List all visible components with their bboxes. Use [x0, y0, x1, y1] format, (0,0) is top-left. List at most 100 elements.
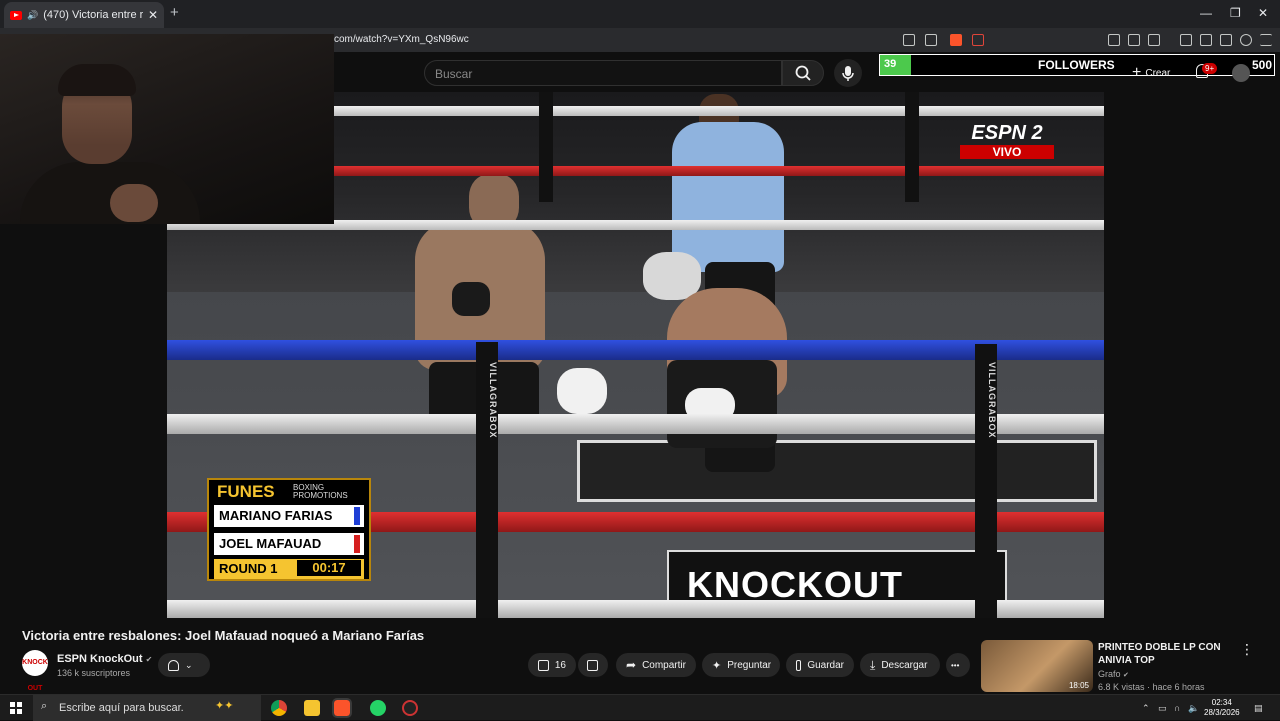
start-button[interactable] [10, 702, 22, 714]
windows-logo-icon [10, 702, 15, 707]
more-actions-button[interactable]: ••• [946, 653, 970, 677]
puzzle-icon[interactable] [1128, 34, 1140, 46]
round-clock: 00:17 [297, 560, 361, 576]
recommended-title[interactable]: PRINTEO DOBLE LP CON ANIVIA TOP [1098, 641, 1233, 667]
account-avatar[interactable] [1232, 64, 1250, 82]
recommended-channel[interactable]: Grafo ✔ [1098, 669, 1129, 679]
music-icon[interactable] [1180, 34, 1192, 46]
scoreboard-brand: FUNES [217, 482, 275, 501]
notification-badge: 9+ [1202, 63, 1218, 74]
url-field[interactable]: com/watch?v=YXm_QsN96wc [334, 34, 469, 45]
search-button[interactable] [782, 60, 824, 86]
subscriber-count: 136 k suscriptores [57, 668, 131, 678]
post-text-left: VILLAGRABOX [488, 362, 498, 439]
whatsapp-icon[interactable] [370, 700, 386, 716]
scoreboard-brand-sub: BOXING PROMOTIONS [293, 484, 348, 500]
share-button[interactable]: ➦ Compartir [616, 653, 696, 677]
fighter-2-corner-color [354, 535, 360, 553]
download-label: Descargar [881, 659, 928, 671]
rope-bottom-front [167, 600, 1104, 618]
fighter-1-name: MARIANO FARIAS [219, 508, 333, 523]
thumbs-down-icon [587, 659, 598, 671]
chrome-icon[interactable] [271, 700, 287, 716]
subscribe-bell-button[interactable]: ⌄ [158, 653, 210, 677]
brave-rewards-icon[interactable] [972, 34, 984, 46]
follower-count: 39 [884, 58, 897, 70]
screenshot-icon[interactable] [1148, 34, 1160, 46]
share-icon[interactable] [925, 34, 937, 46]
streamer-shirt [20, 162, 200, 224]
speaker-icon[interactable]: 🔊 [27, 10, 38, 21]
dislike-button[interactable] [578, 653, 608, 677]
download-icon: ⤓ [870, 657, 876, 672]
streamer-hand [110, 184, 158, 222]
voice-search-button[interactable] [834, 59, 862, 87]
create-button[interactable]: + Crear [1132, 64, 1170, 82]
minimize-button[interactable]: — [1200, 6, 1212, 20]
menu-icon[interactable] [1260, 34, 1272, 46]
recommended-meta: 6.8 K vistas · hace 6 horas [1098, 682, 1205, 692]
ring-post-back-left [539, 92, 553, 202]
extension-icon[interactable] [1108, 34, 1120, 46]
volume-icon[interactable]: 🔈 [1188, 703, 1199, 714]
ring-mat-logo [577, 440, 1097, 502]
vpn-icon[interactable] [1240, 34, 1252, 46]
sidebar-icon[interactable] [1200, 34, 1212, 46]
tab-title: (470) Victoria entre resbalones [43, 9, 143, 21]
round-label: ROUND 1 [219, 561, 278, 576]
save-label: Guardar [807, 659, 844, 671]
obs-icon[interactable] [402, 700, 418, 716]
thumbs-up-icon [538, 659, 549, 671]
scoreboard-round: ROUND 1 00:17 [214, 559, 364, 579]
ring-post-back-right [905, 92, 919, 202]
search-input[interactable]: Buscar [424, 60, 782, 86]
browser-tab[interactable]: 🔊 (470) Victoria entre resbalones ✕ [4, 2, 164, 28]
clock-date: 28/3/2026 [1204, 708, 1240, 717]
network-icon[interactable]: ▭ [1158, 703, 1167, 714]
taskbar-search-input[interactable]: ⌕ Escribe aquí para buscar. ✦✦ [33, 695, 261, 721]
rope-white-front [167, 414, 1104, 434]
download-button[interactable]: ⤓ Descargar [860, 653, 940, 677]
copilot-sparkle-icon: ✦✦ [215, 700, 234, 712]
live-label: VIVO [960, 145, 1054, 159]
headset-icon[interactable]: ∩ [1174, 703, 1180, 713]
recommended-thumbnail[interactable]: 18:05 [981, 640, 1093, 692]
referee-shirt [672, 122, 784, 272]
cast-icon[interactable] [903, 34, 915, 46]
like-count: 16 [554, 659, 566, 671]
ask-button[interactable]: ✦ Preguntar [702, 653, 780, 677]
espn2-logo: ESPN 2 VIVO [960, 122, 1054, 159]
like-button[interactable]: 16 [528, 653, 576, 677]
rope-blue-front [167, 340, 1104, 360]
taskbar-search-placeholder: Escribe aquí para buscar. [59, 702, 184, 714]
taskbar-clock[interactable]: 02:34 28/3/2026 [1204, 698, 1240, 718]
chevron-down-icon: ⌄ [185, 659, 193, 670]
search-icon [795, 65, 811, 81]
scoreboard-fighter-2: JOEL MAFAUAD [214, 533, 364, 555]
microphone-icon [842, 66, 854, 81]
channel-name[interactable]: ESPN KnockOut ✔ [57, 653, 152, 665]
restore-button[interactable]: ❐ [1230, 6, 1241, 20]
fight-scoreboard: FUNES BOXING PROMOTIONS MARIANO FARIAS JO… [207, 478, 371, 581]
file-explorer-icon[interactable] [304, 700, 320, 716]
browser-tab-bar: 🔊 (470) Victoria entre resbalones ✕ + — … [0, 0, 1280, 28]
new-tab-button[interactable]: + [170, 4, 179, 21]
save-button[interactable]: Guardar [786, 653, 854, 677]
youtube-favicon-icon [10, 10, 22, 20]
follower-label: FOLLOWERS [1038, 58, 1115, 72]
verified-icon: ✔ [145, 655, 153, 664]
tab-close-icon[interactable]: ✕ [148, 8, 158, 22]
streamer-hair [58, 64, 136, 96]
clock-time: 02:34 [1211, 698, 1232, 707]
close-window-button[interactable]: ✕ [1258, 6, 1268, 20]
channel-avatar[interactable]: KNOCK OUT [22, 650, 48, 692]
brave-icon[interactable] [332, 698, 352, 718]
notification-center-icon[interactable]: ▤ [1254, 703, 1263, 714]
espn2-logo-text: ESPN 2 [971, 122, 1043, 144]
tray-chevron-icon[interactable]: ⌃ [1142, 703, 1150, 714]
wallet-icon[interactable] [1220, 34, 1232, 46]
recommended-menu-icon[interactable]: ⋮ [1240, 641, 1254, 658]
recommended-channel-name: Grafo [1098, 669, 1121, 679]
verified-icon: ✔ [1123, 672, 1129, 679]
brave-shield-icon[interactable] [950, 34, 962, 46]
